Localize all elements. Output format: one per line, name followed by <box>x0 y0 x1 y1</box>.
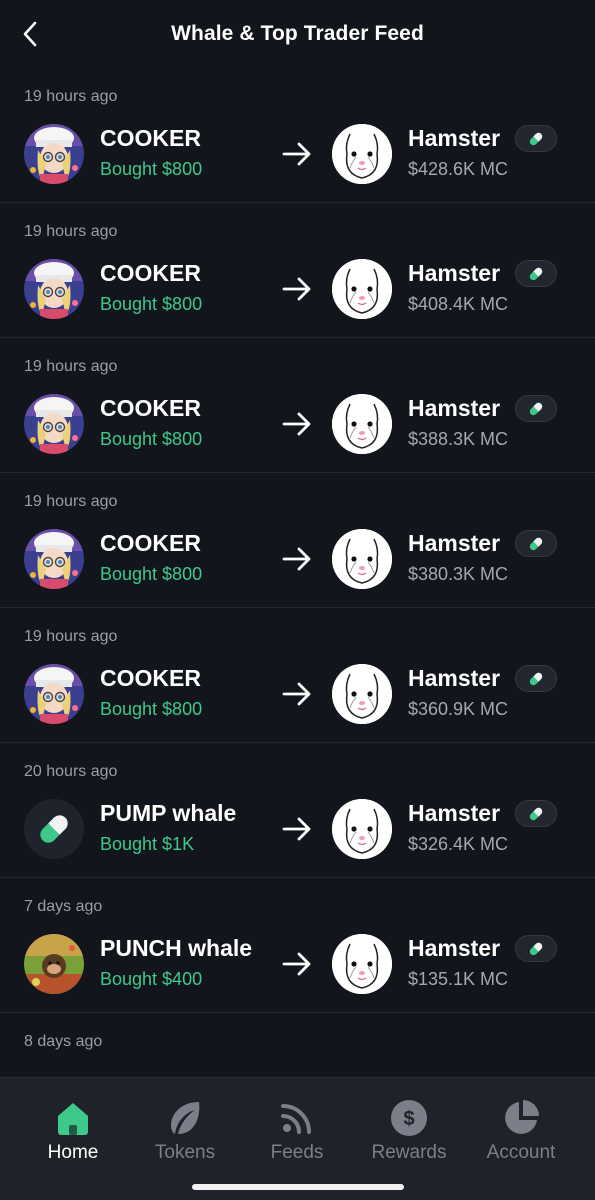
market-cap: $360.9K MC <box>408 699 509 719</box>
feed-icon <box>277 1098 317 1138</box>
nav-label: Tokens <box>154 1142 216 1163</box>
market-cap: $135.1K MC <box>408 969 509 989</box>
page-title: Whale & Top Trader Feed <box>171 22 424 45</box>
nav-label: Rewards <box>371 1142 447 1163</box>
trader-name[interactable]: COOKER <box>100 125 201 152</box>
market-cap: $388.3K MC <box>408 429 509 449</box>
token-name[interactable]: Hamster <box>408 935 500 962</box>
pill-badge-icon <box>515 800 557 827</box>
arrow-right-icon <box>280 407 314 441</box>
token-name[interactable]: Hamster <box>408 125 500 152</box>
trade-action: Bought $800 <box>100 564 203 584</box>
arrow-right-icon <box>280 677 314 711</box>
trade-action: Bought $800 <box>100 159 203 179</box>
trade-time: 19 hours ago <box>24 223 118 240</box>
trade-time: 19 hours ago <box>24 358 118 375</box>
hamster-token-icon[interactable] <box>332 799 392 859</box>
arrow-right-icon <box>280 542 314 576</box>
trader-name[interactable]: COOKER <box>100 260 201 287</box>
anime-chef-avatar[interactable] <box>24 664 84 724</box>
trade-time: 20 hours ago <box>24 763 118 780</box>
nav-label: Home <box>47 1142 99 1163</box>
trade-action: Bought $800 <box>100 429 203 449</box>
hamster-token-icon[interactable] <box>332 664 392 724</box>
trade-action: Bought $800 <box>100 699 203 719</box>
token-name[interactable]: Hamster <box>408 530 500 557</box>
trader-name[interactable]: COOKER <box>100 530 201 557</box>
nav-rewards[interactable]: $ Rewards <box>359 1098 459 1164</box>
trade-time: 19 hours ago <box>24 493 118 510</box>
anime-chef-avatar[interactable] <box>24 529 84 589</box>
feed-row[interactable]: 20 hours ago PUMP whale Bought $1K Hamst… <box>0 743 595 878</box>
market-cap: $428.6K MC <box>408 159 509 179</box>
feed-row[interactable]: 19 hours ago COOKER Bought $800 Hamster … <box>0 203 595 338</box>
pill-badge-icon <box>515 530 557 557</box>
feed-row[interactable]: 7 days ago PUNCH whale Bought $400 Hamst… <box>0 878 595 1013</box>
trade-action: Bought $400 <box>100 969 203 989</box>
pill-badge-icon <box>515 125 557 152</box>
token-name[interactable]: Hamster <box>408 260 500 287</box>
token-name[interactable]: Hamster <box>408 665 500 692</box>
nav-home[interactable]: Home <box>23 1098 123 1164</box>
hamster-token-icon[interactable] <box>332 529 392 589</box>
pill-icon[interactable] <box>24 799 84 859</box>
trade-time: 19 hours ago <box>24 628 118 645</box>
hamster-token-icon[interactable] <box>332 259 392 319</box>
pill-badge-icon <box>515 260 557 287</box>
anime-chef-avatar[interactable] <box>24 394 84 454</box>
hamster-token-icon[interactable] <box>332 934 392 994</box>
leaf-icon <box>165 1098 205 1138</box>
trade-action: Bought $800 <box>100 294 203 314</box>
hamster-token-icon[interactable] <box>332 394 392 454</box>
trade-feed: 19 hours ago COOKER Bought $800 Hamster … <box>0 68 595 1113</box>
home-indicator <box>192 1184 404 1190</box>
nav-account[interactable]: Account <box>471 1098 571 1164</box>
nav-feeds[interactable]: Feeds <box>247 1098 347 1164</box>
trader-name[interactable]: PUNCH whale <box>100 935 252 962</box>
trade-action: Bought $1K <box>100 834 195 854</box>
arrow-right-icon <box>280 272 314 306</box>
pill-badge-icon <box>515 665 557 692</box>
feed-row[interactable]: 19 hours ago COOKER Bought $800 Hamster … <box>0 608 595 743</box>
anime-chef-avatar[interactable] <box>24 259 84 319</box>
nav-label: Account <box>486 1142 556 1163</box>
svg-text:$: $ <box>403 1108 414 1130</box>
trader-name[interactable]: PUMP whale <box>100 800 236 827</box>
trade-time: 7 days ago <box>24 898 103 915</box>
feed-row[interactable]: 19 hours ago COOKER Bought $800 Hamster … <box>0 473 595 608</box>
trade-time: 19 hours ago <box>24 88 118 105</box>
dollar-coin-icon: $ <box>389 1098 429 1138</box>
trade-time: 8 days ago <box>24 1033 103 1050</box>
anime-chef-avatar[interactable] <box>24 124 84 184</box>
pill-badge-icon <box>515 935 557 962</box>
market-cap: $326.4K MC <box>408 834 509 854</box>
nav-tokens[interactable]: Tokens <box>135 1098 235 1164</box>
market-cap: $408.4K MC <box>408 294 509 314</box>
monkey-avatar[interactable] <box>24 934 84 994</box>
market-cap: $380.3K MC <box>408 564 509 584</box>
back-button[interactable] <box>14 18 46 50</box>
feed-row[interactable]: 19 hours ago COOKER Bought $800 Hamster … <box>0 68 595 203</box>
nav-label: Feeds <box>270 1142 324 1163</box>
hamster-token-icon[interactable] <box>332 124 392 184</box>
pie-chart-icon <box>501 1098 541 1138</box>
bottom-nav: Home Tokens Feeds $ Rewards Account <box>0 1077 595 1200</box>
arrow-right-icon <box>280 137 314 171</box>
arrow-right-icon <box>280 947 314 981</box>
header: Whale & Top Trader Feed <box>0 0 595 68</box>
token-name[interactable]: Hamster <box>408 800 500 827</box>
feed-row[interactable]: 19 hours ago COOKER Bought $800 Hamster … <box>0 338 595 473</box>
trader-name[interactable]: COOKER <box>100 395 201 422</box>
home-icon <box>53 1098 93 1138</box>
chevron-left-icon <box>23 21 37 47</box>
trader-name[interactable]: COOKER <box>100 665 201 692</box>
token-name[interactable]: Hamster <box>408 395 500 422</box>
pill-badge-icon <box>515 395 557 422</box>
arrow-right-icon <box>280 812 314 846</box>
